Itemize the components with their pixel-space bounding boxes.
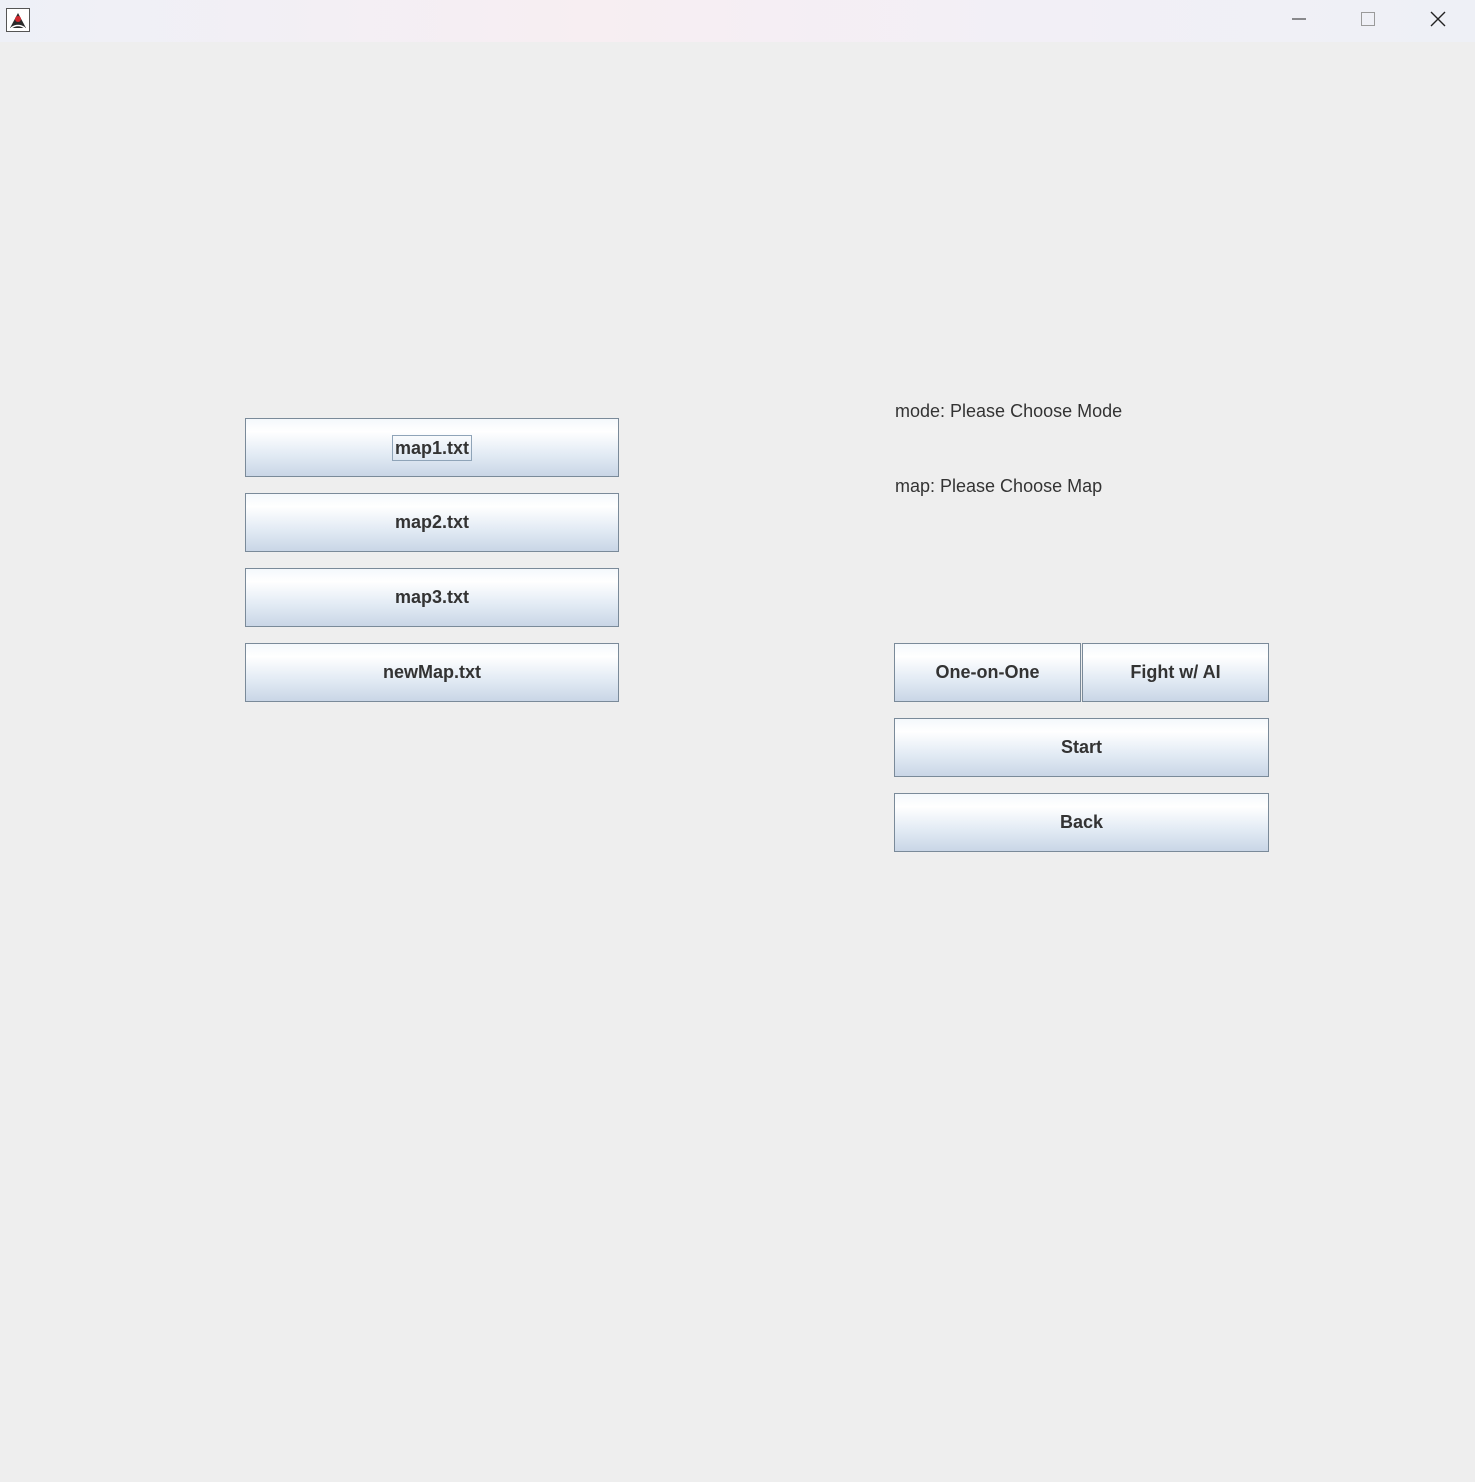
minimize-button[interactable]	[1264, 0, 1334, 42]
java-duke-icon	[6, 8, 30, 32]
title-bar[interactable]	[0, 0, 1475, 42]
maximize-button[interactable]	[1333, 0, 1403, 42]
one-on-one-label: One-on-One	[935, 662, 1040, 682]
start-button[interactable]: Start	[894, 718, 1269, 777]
map3-label: map3.txt	[394, 587, 470, 607]
map2-button[interactable]: map2.txt	[245, 493, 619, 552]
back-label: Back	[1059, 812, 1104, 832]
one-on-one-button[interactable]: One-on-One	[894, 643, 1081, 702]
app-window: map1.txt map2.txt map3.txt newMap.txt mo…	[0, 0, 1475, 1482]
map1-button[interactable]: map1.txt	[245, 418, 619, 477]
map1-label: map1.txt	[391, 434, 473, 461]
close-icon	[1429, 10, 1447, 33]
mode-status-label: mode: Please Choose Mode	[895, 401, 1123, 421]
start-label: Start	[1060, 737, 1102, 757]
new-map-label: newMap.txt	[382, 662, 481, 682]
minimize-icon	[1291, 11, 1307, 32]
back-button[interactable]: Back	[894, 793, 1269, 852]
maximize-icon	[1360, 11, 1376, 32]
new-map-button[interactable]: newMap.txt	[245, 643, 619, 702]
map2-label: map2.txt	[394, 512, 470, 532]
close-button[interactable]	[1403, 0, 1473, 42]
map-status-label: map: Please Choose Map	[895, 476, 1103, 496]
map3-button[interactable]: map3.txt	[245, 568, 619, 627]
fight-ai-label: Fight w/ AI	[1130, 662, 1221, 682]
fight-ai-button[interactable]: Fight w/ AI	[1082, 643, 1269, 702]
